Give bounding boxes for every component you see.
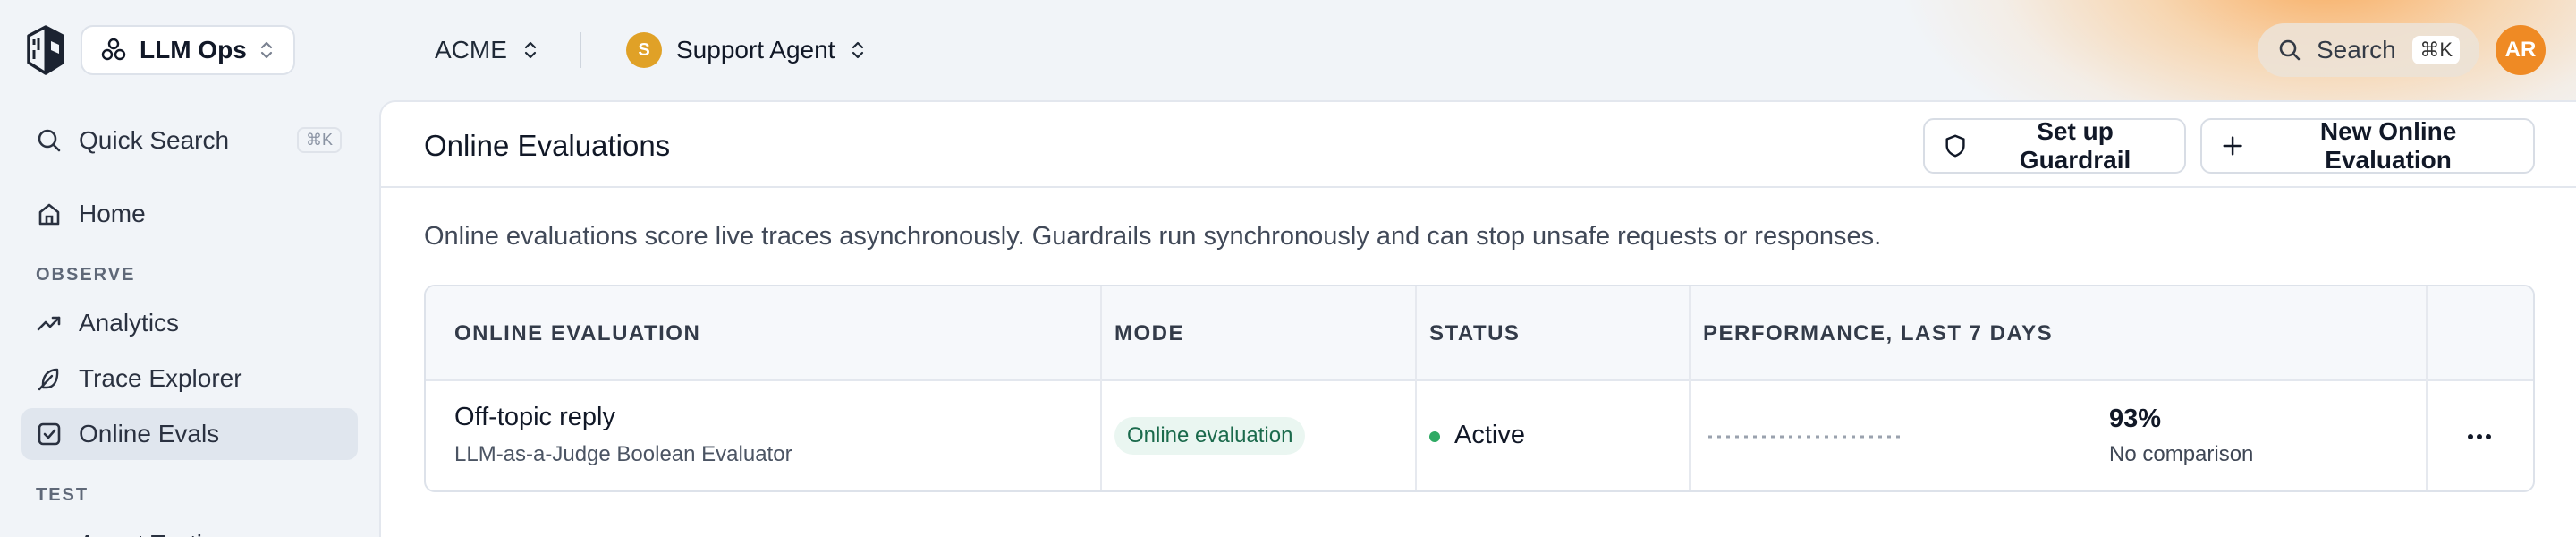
sidebar-item-label: Agent Testing [79,530,230,537]
topbar-divider [580,32,581,68]
evaluation-cell: Off-topic reply LLM-as-a-Judge Boolean E… [454,381,1080,490]
quick-search-shortcut: ⌘K [296,127,342,153]
checkbox-icon [38,422,61,446]
column-header-online-evaluation[interactable]: ONLINE EVALUATION [454,286,700,381]
sidebar-item-analytics[interactable]: Analytics [21,297,358,349]
agent-selector[interactable]: S Support Agent [626,29,867,72]
evaluator-type: LLM-as-a-Judge Boolean Evaluator [454,442,792,466]
org-name: ACME [435,36,507,64]
user-avatar[interactable]: AR [2496,25,2546,75]
main-header: Online Evaluations Set up Guardrail New … [381,102,2576,188]
performance-cell: 93% No comparison [1703,381,2419,490]
sidebar-item-online-evals[interactable]: Online Evals [21,408,358,460]
org-selector[interactable]: ACME [435,29,539,72]
performance-comparison: No comparison [2109,442,2254,466]
project-name: LLM Ops [140,36,247,64]
plus-icon [2223,136,2242,156]
status-indicator [1429,431,1440,442]
sidebar: Quick Search ⌘K Home OBSERVE Analytics T… [0,100,379,537]
table-row[interactable]: Off-topic reply LLM-as-a-Judge Boolean E… [426,381,2533,490]
mode-badge: Online evaluation [1114,417,1306,455]
page-title: Online Evaluations [424,129,671,162]
app-window: LLM Ops ACME S Support Agent Search ⌘K A… [0,0,2576,537]
online-evaluations-table: ONLINE EVALUATION MODE STATUS PERFORMANC… [424,285,2535,492]
sidebar-item-label: Home [79,200,146,227]
trend-up-icon [37,316,61,331]
chevron-up-down-icon [524,41,537,59]
sidebar-item-label: Online Evals [79,420,220,448]
search-icon [2279,39,2301,61]
evaluation-name[interactable]: Off-topic reply [454,403,615,432]
sidebar-item-trace-explorer[interactable]: Trace Explorer [21,353,358,405]
project-selector[interactable]: LLM Ops [80,25,295,75]
feather-icon [38,368,59,391]
new-online-evaluation-button[interactable]: New Online Evaluation [2200,117,2535,174]
hexagon-nodes-icon [101,38,126,61]
search-icon [38,129,61,152]
sidebar-item-label: Analytics [79,309,180,337]
shield-icon [1945,134,1965,158]
mode-cell: Online evaluation [1114,381,1401,490]
status-cell: Active [1429,381,1680,490]
table-header: ONLINE EVALUATION MODE STATUS PERFORMANC… [426,286,2533,381]
agent-name: Support Agent [676,36,835,64]
home-icon [38,203,60,226]
status-text: Active [1454,421,1525,449]
main-panel: Online Evaluations Set up Guardrail New … [379,100,2576,537]
search-label: Search [2317,36,2396,64]
setup-guardrail-button[interactable]: Set up Guardrail [1923,117,2186,174]
performance-sparkline [1708,435,1902,439]
global-search-button[interactable]: Search ⌘K [2258,23,2479,77]
column-header-mode[interactable]: MODE [1114,286,1184,381]
sidebar-section-test: TEST [36,485,89,505]
chevron-up-down-icon [260,41,273,59]
sidebar-item-label: Trace Explorer [79,364,242,392]
app-logo-icon[interactable] [23,23,68,77]
sidebar-item-home[interactable]: Home [21,188,358,240]
top-bar: LLM Ops ACME S Support Agent Search ⌘K A… [0,0,2576,100]
search-shortcut: ⌘K [2412,36,2460,64]
actions-cell [2426,381,2533,490]
column-header-performance[interactable]: PERFORMANCE, LAST 7 DAYS [1703,286,2053,381]
new-online-evaluation-label: New Online Evaluation [2319,117,2457,174]
agent-badge: S [626,32,662,68]
setup-guardrail-label: Set up Guardrail [2019,117,2131,174]
sidebar-item-quick-search[interactable]: Quick Search ⌘K [21,115,358,166]
performance-value: 93% [2109,405,2162,433]
sidebar-item-label: Quick Search [79,126,230,154]
more-options-icon[interactable] [2463,421,2496,453]
page-description: Online evaluations score live traces asy… [424,222,1882,251]
sidebar-section-observe: OBSERVE [36,265,136,285]
column-header-status[interactable]: STATUS [1429,286,1520,381]
sidebar-item-agent-testing[interactable]: Agent Testing [36,530,304,537]
chevron-up-down-icon [852,41,864,59]
